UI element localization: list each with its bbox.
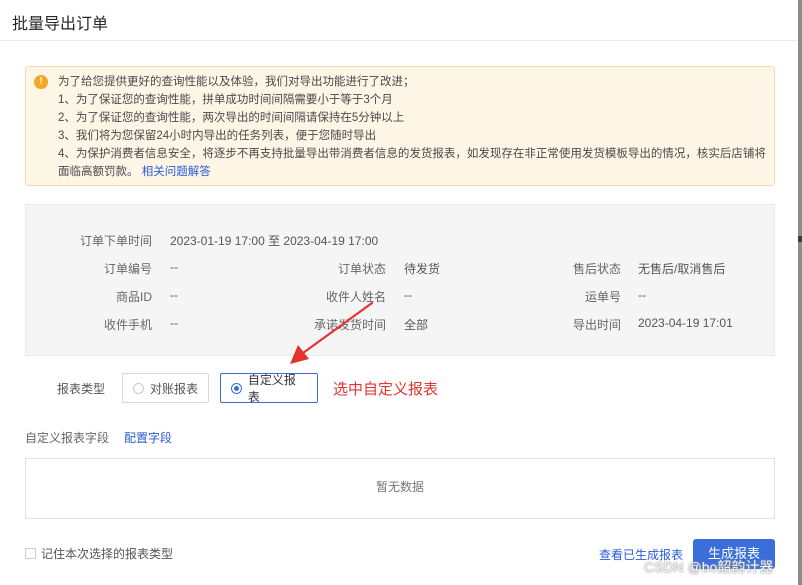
custom-fields-label: 自定义报表字段 bbox=[25, 431, 110, 445]
configure-fields-link[interactable]: 配置字段 bbox=[124, 429, 172, 446]
watermark: CSDN @bo韶韵计器 bbox=[644, 559, 774, 575]
remember-checkbox[interactable] bbox=[25, 548, 36, 559]
custom-fields-box: 暂无数据 bbox=[25, 458, 775, 519]
remember-choice[interactable]: 记住本次选择的报表类型 bbox=[25, 545, 173, 562]
empty-state-text: 暂无数据 bbox=[375, 480, 424, 494]
remember-label: 记住本次选择的报表类型 bbox=[41, 547, 174, 561]
annotation-text: 选中自定义报表 bbox=[333, 381, 439, 398]
